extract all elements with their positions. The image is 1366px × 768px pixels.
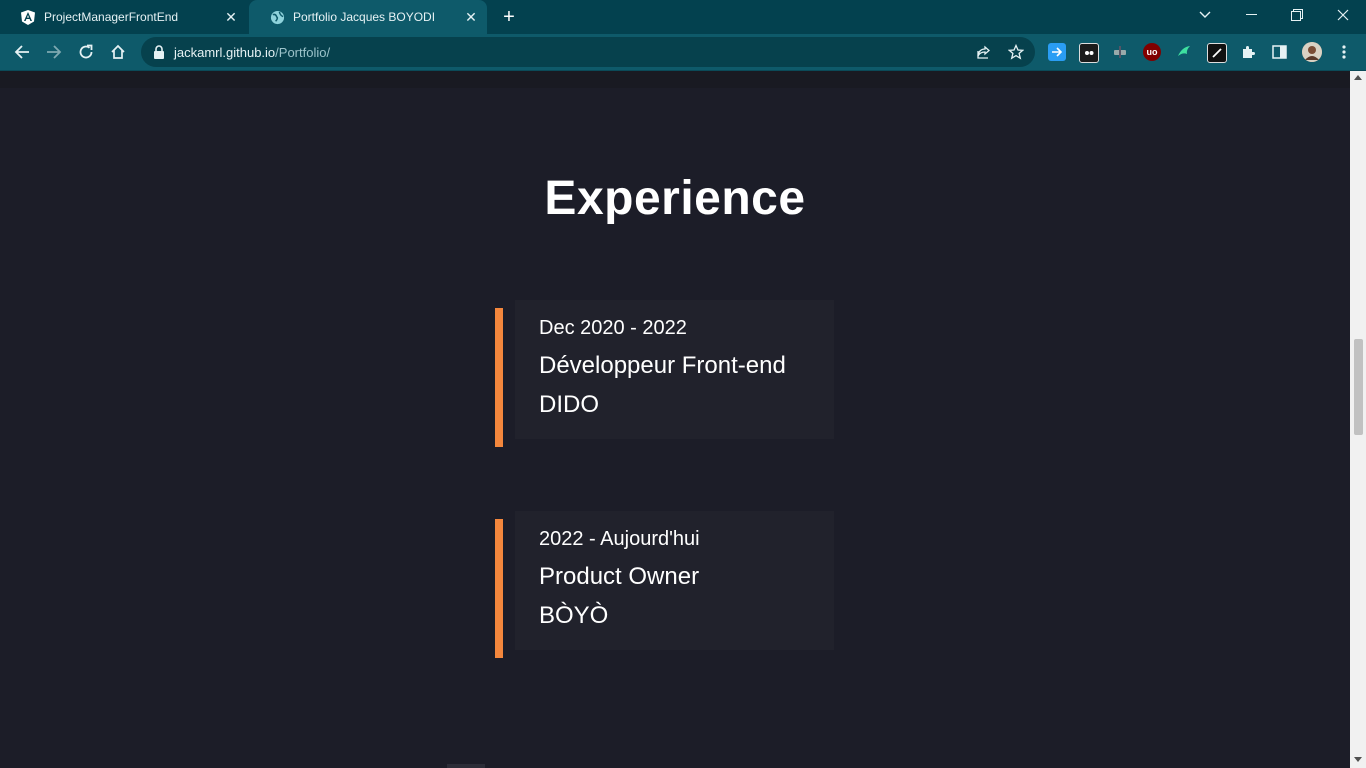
close-tab-icon[interactable]: ✕ [463,9,479,25]
angular-icon [20,9,36,25]
translate-extension-icon[interactable] [1048,43,1066,61]
ublock-extension-icon[interactable]: uo [1143,43,1161,61]
minimize-button[interactable] [1228,0,1274,30]
new-tab-button[interactable]: + [497,6,521,28]
tab-strip: ProjectManagerFrontEnd ✕ Portfolio Jacqu… [0,0,1366,34]
side-panel-icon[interactable] [1270,43,1288,61]
reload-button[interactable] [72,38,100,66]
lock-icon [154,45,164,59]
pen-extension-icon[interactable] [1207,43,1227,63]
joystick-extension-icon[interactable] [1111,43,1129,61]
home-button[interactable] [104,38,132,66]
browser-menu-icon[interactable] [1335,43,1353,61]
timeline-accent-bar [495,308,503,447]
scrollbar-thumb[interactable] [1354,339,1363,435]
tab-projectmanager[interactable]: ProjectManagerFrontEnd ✕ [0,0,247,34]
globe-icon [269,9,285,25]
profile-avatar[interactable] [1302,42,1322,62]
close-window-button[interactable] [1320,0,1366,30]
page-scrollbar[interactable] [1350,71,1366,768]
page-viewport: Experience Dec 2020 - 2022 Développeur F… [0,71,1350,768]
tab-title: Portfolio Jacques BOYODI [293,10,436,24]
back-button[interactable] [8,38,36,66]
tab-portfolio[interactable]: Portfolio Jacques BOYODI ✕ [249,0,487,34]
url-text: jackamrl.github.io/Portfolio/ [174,45,330,60]
close-tab-icon[interactable]: ✕ [223,9,239,25]
experience-section-title: Experience [544,172,806,225]
browser-window: ProjectManagerFrontEnd ✕ Portfolio Jacqu… [0,0,1366,768]
previous-section-edge [0,71,1350,88]
forward-button[interactable] [40,38,68,66]
scroll-down-arrow-icon[interactable] [1354,757,1362,762]
panda-extension-icon[interactable] [1079,43,1099,63]
extensions-puzzle-icon[interactable] [1239,43,1257,61]
share-icon[interactable] [975,43,993,61]
tab-search-icon[interactable] [1182,0,1228,30]
url-host: jackamrl.github.io [174,45,276,60]
address-bar[interactable]: jackamrl.github.io/Portfolio/ [141,37,1035,67]
next-section-edge [447,764,485,768]
experience-company: BÒYÒ [539,602,609,629]
experience-card: 2022 - Aujourd'hui Product Owner BÒYÒ [495,511,835,658]
browser-toolbar: jackamrl.github.io/Portfolio/ uo [0,34,1366,70]
experience-role: Product Owner [539,563,700,590]
experience-card: Dec 2020 - 2022 Développeur Front-end DI… [495,300,835,447]
experience-role: Développeur Front-end [539,352,786,379]
experience-date: 2022 - Aujourd'hui [539,528,700,550]
tab-title: ProjectManagerFrontEnd [44,10,179,24]
timeline-accent-bar [495,519,503,658]
bird-extension-icon[interactable] [1175,43,1193,61]
restore-button[interactable] [1274,0,1320,30]
experience-company: DIDO [539,391,599,418]
url-path: /Portfolio/ [275,45,331,60]
experience-date: Dec 2020 - 2022 [539,317,687,339]
bookmark-star-icon[interactable] [1007,43,1025,61]
scroll-up-arrow-icon[interactable] [1354,75,1362,80]
